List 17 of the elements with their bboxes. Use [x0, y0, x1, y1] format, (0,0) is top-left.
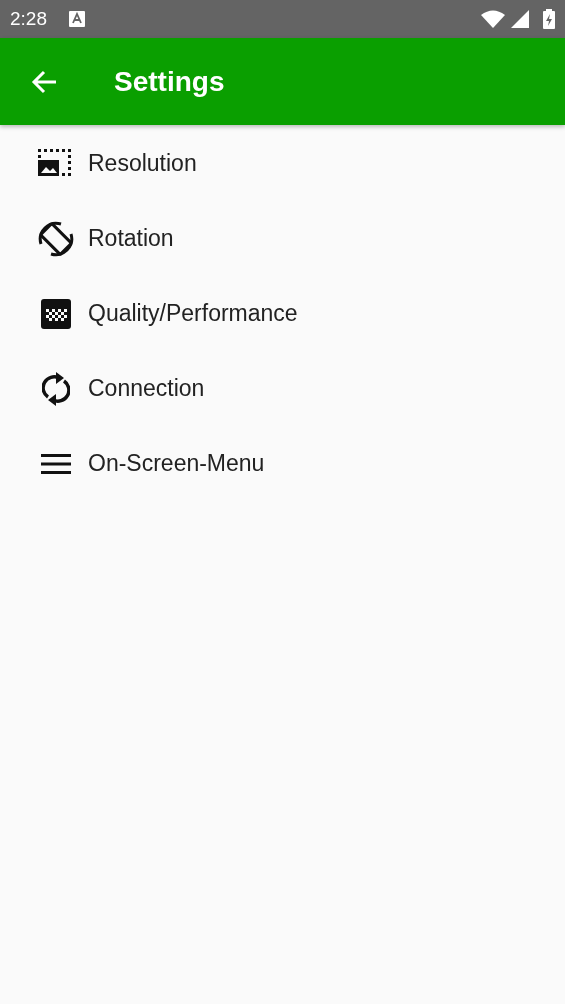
keyboard-notification-icon	[69, 11, 85, 27]
settings-item[interactable]: Rotation	[88, 225, 174, 252]
resolution-icon	[38, 148, 74, 179]
settings-item[interactable]: Quality/Performance	[88, 300, 298, 327]
settings-item[interactable]: Connection	[88, 375, 205, 402]
battery-icon	[543, 9, 555, 29]
wifi-icon	[481, 10, 505, 28]
settings-item[interactable]: Resolution	[88, 150, 197, 177]
menu-icon	[41, 453, 71, 474]
sync-icon	[42, 371, 70, 406]
signal-icon	[511, 10, 529, 28]
quality-icon	[41, 298, 71, 329]
status-time: 2:28	[10, 8, 47, 30]
back-button[interactable]	[31, 68, 57, 95]
rotation-icon	[37, 219, 75, 258]
settings-item[interactable]: On-Screen-Menu	[88, 450, 265, 477]
screen-title: Settings	[114, 65, 225, 98]
